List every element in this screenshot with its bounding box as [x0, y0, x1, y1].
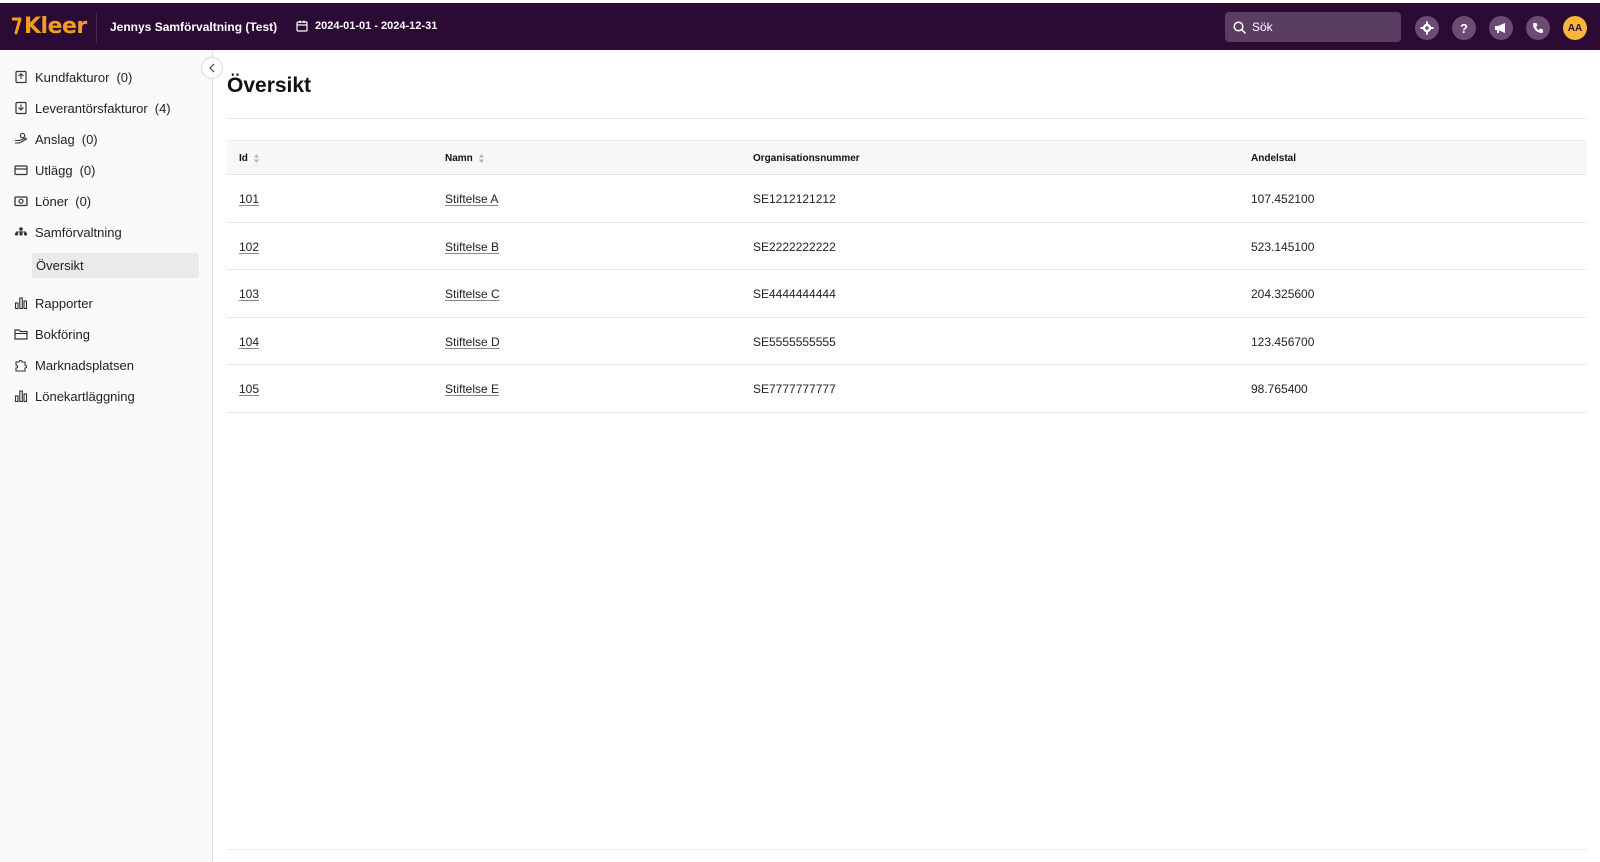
invoice-out-icon — [15, 70, 27, 84]
header-divider — [96, 13, 97, 43]
sidebar-item-label: Marknadsplatsen — [35, 357, 134, 373]
column-header-id[interactable]: Id — [239, 153, 260, 164]
period-label: 2024-01-01 - 2024-12-31 — [315, 20, 438, 32]
title-divider — [227, 118, 1587, 119]
card-icon — [14, 165, 28, 176]
sidebar-item-anslag[interactable]: Anslag (0) — [14, 128, 98, 150]
search-input[interactable]: Sök — [1225, 12, 1401, 42]
search-icon — [1233, 20, 1246, 34]
sidebar-item-kundfakturor[interactable]: Kundfakturor (0) — [14, 66, 132, 88]
sidebar-item-bokforing[interactable]: Bokföring — [14, 323, 90, 345]
row-share: 123.456700 — [1251, 334, 1315, 349]
sidebar-item-label: Rapporter — [35, 295, 93, 311]
sidebar-item-count: (0) — [81, 131, 98, 147]
chart-icon — [14, 297, 28, 310]
user-avatar[interactable]: AA — [1563, 16, 1587, 40]
kleer-logo[interactable]: Kleer — [12, 13, 87, 39]
top-bar: Kleer Jennys Samförvaltning (Test) 2024-… — [0, 0, 1600, 50]
company-name[interactable]: Jennys Samförvaltning (Test) — [110, 20, 277, 34]
row-name-link[interactable]: Stiftelse D — [445, 335, 500, 349]
row-share: 107.452100 — [1251, 192, 1315, 206]
sidebar-item-label: Anslag — [35, 131, 75, 147]
page-title: Översikt — [227, 74, 312, 97]
collapse-sidebar-button[interactable] — [201, 57, 223, 79]
sort-icon — [253, 154, 259, 163]
sidebar-subitem-label: Översikt — [36, 258, 84, 273]
invoice-in-icon — [15, 101, 27, 115]
logo-mark-icon — [12, 17, 22, 35]
logo-text: Kleer — [24, 13, 87, 39]
sidebar-item-samforvaltning[interactable]: Samförvaltning — [14, 221, 122, 243]
search-placeholder: Sök — [1252, 20, 1273, 34]
sidebar-subitem-oversikt[interactable]: Översikt — [32, 253, 199, 278]
phone-button[interactable] — [1526, 16, 1550, 40]
row-name-link[interactable]: Stiftelse B — [445, 240, 499, 254]
row-org-number: SE2222222222 — [753, 239, 836, 254]
sidebar-item-label: Löner — [35, 193, 69, 209]
row-id-link[interactable]: 101 — [239, 192, 259, 206]
row-org-number: SE7777777777 — [753, 382, 836, 396]
sidebar-item-label: Leverantörsfakturor — [35, 100, 148, 116]
phone-icon — [1533, 23, 1543, 33]
table-row: 103 Stiftelse C SE4444444444 204.325600 — [227, 270, 1587, 318]
sidebar-item-label: Utlägg — [35, 162, 73, 178]
sidebar-item-utlagg[interactable]: Utlägg (0) — [14, 159, 95, 181]
sidebar-item-count: (0) — [79, 162, 96, 178]
help-icon: ? — [1460, 20, 1468, 36]
row-share: 523.145100 — [1251, 239, 1315, 254]
row-id-link[interactable]: 105 — [239, 382, 259, 396]
calendar-icon — [296, 20, 308, 32]
period-selector[interactable]: 2024-01-01 - 2024-12-31 — [296, 20, 437, 32]
sidebar-item-rapporter[interactable]: Rapporter — [14, 292, 93, 314]
row-org-number: SE5555555555 — [753, 334, 836, 349]
row-name-link[interactable]: Stiftelse A — [445, 192, 498, 206]
puzzle-icon — [15, 359, 28, 372]
grant-icon — [15, 132, 28, 144]
column-header-namn[interactable]: Namn — [445, 153, 485, 164]
folder-icon — [14, 329, 28, 340]
column-header-andelstal: Andelstal — [1251, 153, 1297, 164]
gear-icon — [1420, 21, 1434, 35]
row-share: 98.765400 — [1251, 382, 1308, 396]
row-org-number: SE4444444444 — [753, 287, 836, 301]
row-name-link[interactable]: Stiftelse E — [445, 382, 499, 396]
row-id-link[interactable]: 102 — [239, 240, 259, 254]
row-name-link[interactable]: Stiftelse C — [445, 287, 500, 301]
chevron-left-icon — [209, 63, 215, 73]
sidebar-item-leverantorsfakturor[interactable]: Leverantörsfakturor (4) — [14, 97, 171, 119]
row-share: 204.325600 — [1251, 287, 1315, 301]
help-button[interactable]: ? — [1452, 16, 1476, 40]
footer-divider — [227, 849, 1587, 850]
table-row: 101 Stiftelse A SE1212121212 107.452100 — [227, 175, 1587, 223]
table-row: 104 Stiftelse D SE5555555555 123.456700 — [227, 318, 1587, 365]
sidebar-item-label: Bokföring — [35, 326, 90, 342]
sidebar-item-lonekartlaggning[interactable]: Lönekartläggning — [14, 385, 135, 407]
org-icon — [14, 227, 28, 236]
row-org-number: SE1212121212 — [753, 192, 836, 206]
sidebar-item-loner[interactable]: Löner (0) — [14, 190, 91, 212]
sidebar-item-count: (0) — [116, 69, 133, 85]
column-header-organisationsnummer: Organisationsnummer — [753, 153, 860, 164]
table-row: 102 Stiftelse B SE2222222222 523.145100 — [227, 223, 1587, 270]
sidebar-item-label: Samförvaltning — [35, 224, 122, 240]
row-id-link[interactable]: 103 — [239, 287, 259, 301]
announcements-button[interactable] — [1489, 16, 1513, 40]
row-id-link[interactable]: 104 — [239, 335, 259, 349]
sidebar-item-count: (4) — [154, 100, 171, 116]
sidebar-item-label: Kundfakturor — [35, 69, 110, 85]
megaphone-icon — [1495, 23, 1505, 33]
table-row: 105 Stiftelse E SE7777777777 98.765400 — [227, 365, 1587, 413]
samforvaltning-table: Id Namn Organisationsnummer Andelstal 10… — [227, 140, 1587, 413]
sidebar-item-label: Lönekartläggning — [35, 388, 135, 404]
table-header: Id Namn Organisationsnummer Andelstal — [227, 140, 1587, 175]
sidebar-item-marknadsplatsen[interactable]: Marknadsplatsen — [14, 354, 134, 376]
salary-icon — [14, 196, 28, 207]
settings-button[interactable] — [1415, 16, 1439, 40]
sort-icon — [478, 154, 484, 163]
bar-chart-icon — [14, 390, 28, 403]
sidebar-item-count: (0) — [75, 193, 92, 209]
